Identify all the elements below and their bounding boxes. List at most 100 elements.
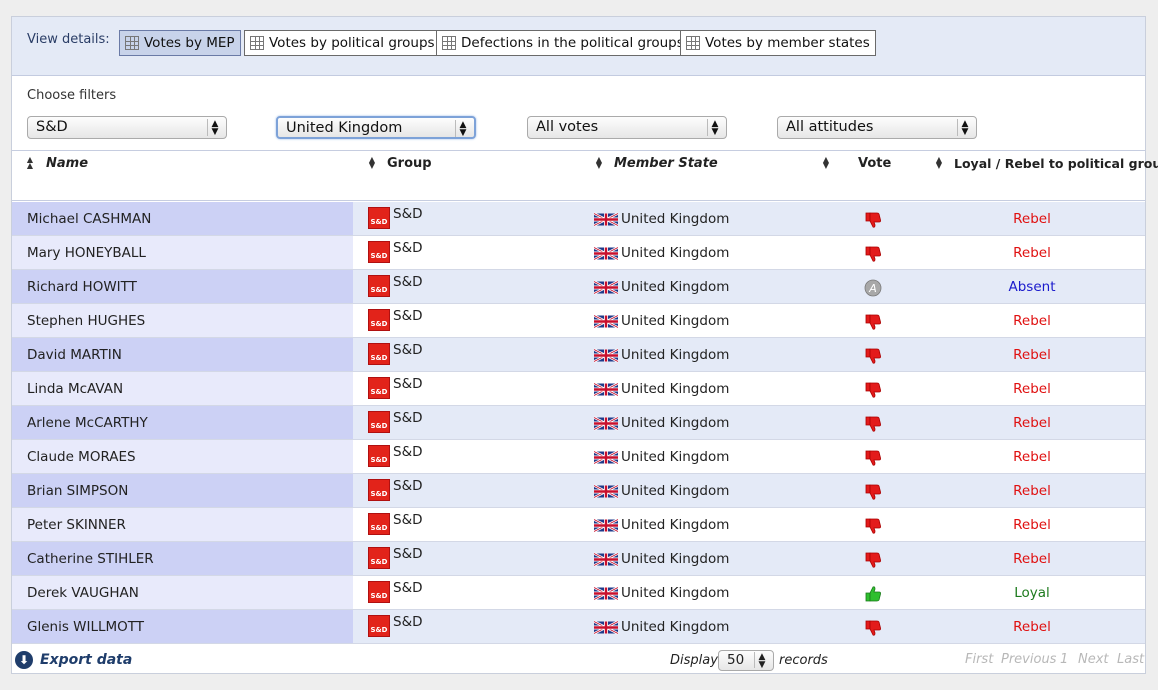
pager-first[interactable]: First [965, 652, 993, 667]
member-state-name: United Kingdom [621, 381, 730, 397]
mep-name: Peter SKINNER [12, 508, 353, 541]
attitude-cell: Rebel [1013, 517, 1051, 533]
grid-icon [125, 36, 139, 50]
mep-name: Catherine STIHLER [12, 542, 353, 575]
export-label: Export data [40, 652, 133, 668]
sort-both-icon[interactable]: ▲ ▼ [595, 156, 603, 170]
member-state-name: United Kingdom [621, 279, 730, 295]
table-row: Derek VAUGHAN S&D S&D United Kingdom Loyal [12, 576, 1145, 610]
table-row: Catherine STIHLER S&D S&D United Kingdom Reb… [12, 542, 1145, 576]
mep-name: David MARTIN [12, 338, 353, 371]
uk-flag-icon [594, 211, 618, 227]
defections-button[interactable]: Defections in the political groups [436, 30, 690, 56]
sd-group-logo-icon: S&D [368, 479, 390, 501]
column-header-name[interactable]: Name [46, 156, 88, 171]
table-row: Mary HONEYBALL S&D S&D United Kingdom Rebel [12, 236, 1145, 270]
select-arrows-icon: ▲ ▼ [754, 652, 769, 670]
pager-next[interactable]: Next [1078, 652, 1109, 667]
table-row: Brian SIMPSON S&D S&D United Kingdom Rebel [12, 474, 1145, 508]
table-row: Claude MORAES S&D S&D United Kingdom Rebel [12, 440, 1145, 474]
member-state-name: United Kingdom [621, 585, 730, 601]
vote-cell [863, 380, 883, 400]
member-state-cell: United Kingdom [594, 415, 729, 431]
sd-group-logo-icon: S&D [368, 513, 390, 535]
table-row: Richard HOWITT S&D S&D United Kingdom A Absen… [12, 270, 1145, 304]
thumbs-down-icon [865, 484, 881, 500]
records-per-page-select[interactable]: 50 ▲ ▼ [718, 650, 774, 671]
votes-by-mep-button[interactable]: Votes by MEP [119, 30, 241, 56]
display-label: Display [670, 653, 718, 668]
member-state-name: United Kingdom [621, 483, 730, 499]
thumbs-down-icon [865, 620, 881, 636]
thumbs-down-icon [865, 416, 881, 432]
vote-cell [863, 414, 883, 434]
absent-circle-icon: A [864, 279, 882, 297]
records-label: records [779, 653, 828, 668]
pager-last[interactable]: Last [1117, 652, 1144, 667]
group-cell: S&D S&D [368, 546, 423, 569]
select-arrows-icon: ▲ ▼ [455, 120, 470, 138]
group-name: S&D [393, 546, 423, 562]
vote-cell [863, 482, 883, 502]
mep-name: Stephen HUGHES [12, 304, 353, 337]
votes-by-political-groups-button[interactable]: Votes by political groups [244, 30, 441, 56]
thumbs-down-icon [865, 518, 881, 534]
select-value: 50 [727, 652, 745, 668]
sort-both-icon[interactable]: ▲ ▼ [368, 156, 376, 170]
member-state-name: United Kingdom [621, 619, 730, 635]
mep-name: Richard HOWITT [12, 270, 353, 303]
group-name: S&D [393, 376, 423, 392]
member-state-cell: United Kingdom [594, 245, 729, 261]
svg-text:A: A [868, 282, 877, 295]
table-row: Michael CASHMAN S&D S&D United Kingdom Rebel [12, 202, 1145, 236]
sort-ascending-icon[interactable]: ▲ ▲ [26, 156, 34, 170]
mep-name: Glenis WILLMOTT [12, 610, 353, 643]
column-header-vote[interactable]: Vote [858, 156, 891, 171]
group-cell: S&D S&D [368, 512, 423, 535]
member-state-cell: United Kingdom [594, 551, 729, 567]
pager-page-1[interactable]: 1 [1060, 652, 1068, 667]
group-cell: S&D S&D [368, 614, 423, 637]
vote-cell [863, 312, 883, 332]
member-state-name: United Kingdom [621, 551, 730, 567]
mep-name: Derek VAUGHAN [12, 576, 353, 609]
sort-both-icon[interactable]: ▲ ▼ [935, 156, 943, 170]
votes-by-member-states-button[interactable]: Votes by member states [680, 30, 876, 56]
attitude-cell: Rebel [1013, 483, 1051, 499]
export-data-link[interactable]: ⬇ Export data [15, 651, 132, 669]
group-name: S&D [393, 444, 423, 460]
group-name: S&D [393, 512, 423, 528]
column-header-attitude[interactable]: Loyal / Rebel to political group [954, 156, 1158, 171]
vote-cell: A [863, 278, 883, 298]
grid-icon [686, 36, 700, 50]
column-header-group[interactable]: Group [387, 156, 432, 171]
sd-group-logo-icon: S&D [368, 581, 390, 603]
table-row: Peter SKINNER S&D S&D United Kingdom Rebel [12, 508, 1145, 542]
uk-flag-icon [594, 245, 618, 261]
attitude-cell: Rebel [1013, 449, 1051, 465]
mep-name: Michael CASHMAN [12, 202, 353, 235]
member-state-filter-select[interactable]: United Kingdom ▲ ▼ [276, 116, 476, 139]
select-arrows-icon: ▲ ▼ [707, 119, 722, 137]
group-filter-select[interactable]: S&D ▲ ▼ [27, 116, 227, 139]
uk-flag-icon [594, 415, 618, 431]
group-cell: S&D S&D [368, 580, 423, 603]
uk-flag-icon [594, 551, 618, 567]
vote-cell [863, 210, 883, 230]
group-cell: S&D S&D [368, 376, 423, 399]
attitudes-filter-select[interactable]: All attitudes ▲ ▼ [777, 116, 977, 139]
group-cell: S&D S&D [368, 274, 423, 297]
select-value: S&D [36, 119, 68, 135]
votes-filter-select[interactable]: All votes ▲ ▼ [527, 116, 727, 139]
group-name: S&D [393, 410, 423, 426]
pager-previous[interactable]: Previous [1001, 652, 1056, 667]
sd-group-logo-icon: S&D [368, 343, 390, 365]
button-label: Votes by political groups [269, 35, 435, 51]
view-details-label: View details: [27, 32, 110, 47]
column-header-member-state[interactable]: Member State [614, 156, 718, 171]
sort-both-icon[interactable]: ▲ ▼ [822, 156, 830, 170]
attitude-cell: Loyal [1014, 585, 1050, 601]
member-state-cell: United Kingdom [594, 347, 729, 363]
attitude-cell: Absent [1008, 279, 1056, 295]
group-cell: S&D S&D [368, 478, 423, 501]
